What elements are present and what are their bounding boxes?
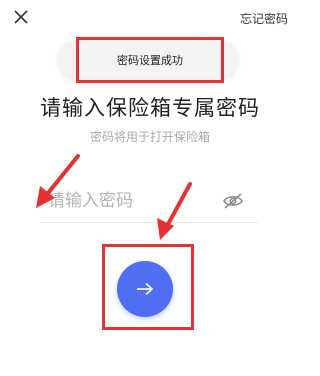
input-underline xyxy=(40,222,258,223)
toast-message: 密码设置成功 xyxy=(117,54,183,67)
arrow-right-icon xyxy=(137,282,154,296)
password-input[interactable] xyxy=(48,186,218,216)
toggle-visibility-button[interactable] xyxy=(222,192,244,210)
page-subtitle: 密码将用于打开保险箱 xyxy=(89,130,210,144)
close-button[interactable] xyxy=(10,6,32,28)
toast-highlight-box: 密码设置成功 xyxy=(76,37,224,83)
forgot-password-link[interactable]: 忘记密码 xyxy=(240,10,288,27)
close-icon xyxy=(14,10,28,24)
eye-hidden-icon xyxy=(223,193,243,209)
page-title: 请输入保险箱专属密码 xyxy=(40,96,260,120)
submit-button[interactable] xyxy=(117,261,173,317)
